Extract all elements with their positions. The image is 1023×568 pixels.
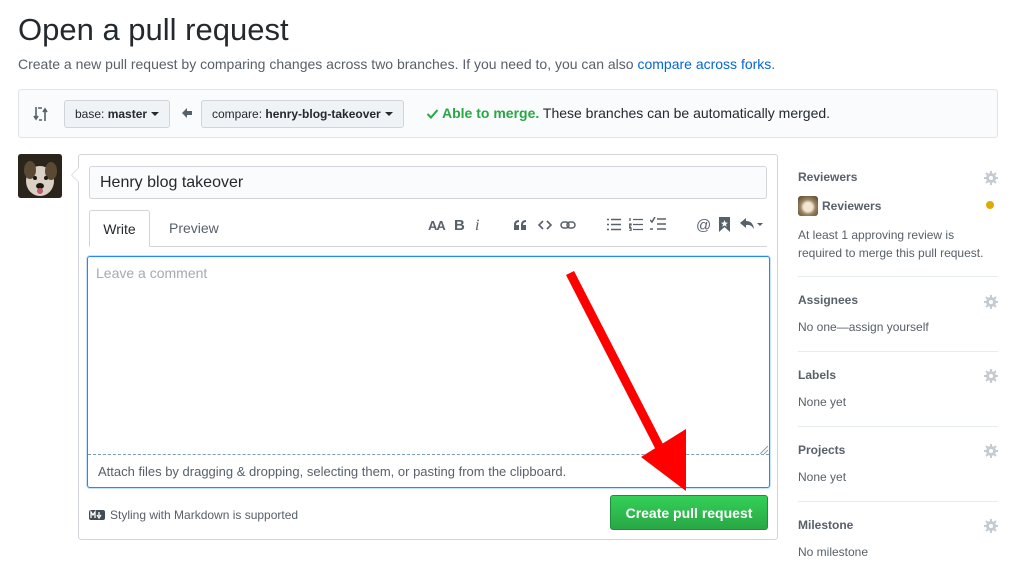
chevron-down-icon: [384, 112, 393, 116]
reviewer-name: Reviewers: [822, 199, 882, 213]
page-title: Open a pull request: [18, 12, 289, 47]
compare-across-forks-link[interactable]: compare across forks: [637, 56, 771, 72]
mention-icon[interactable]: @: [696, 217, 711, 235]
gear-icon[interactable]: [984, 519, 998, 533]
subtitle-suffix: .: [771, 56, 776, 72]
resize-handle-icon[interactable]: [759, 445, 768, 454]
italic-icon[interactable]: i: [475, 217, 479, 235]
chevron-down-icon: [151, 112, 160, 116]
reply-icon[interactable]: [739, 217, 763, 235]
milestone-value: No milestone: [798, 545, 869, 559]
comment-editor: Attach files by dragging & dropping, sel…: [87, 256, 770, 488]
assignees-heading[interactable]: Assignees: [798, 293, 858, 307]
sidebar: Reviewers Reviewers At least 1 approving…: [798, 154, 998, 568]
text-size-icon[interactable]: AA: [428, 217, 446, 235]
check-icon: [426, 109, 439, 119]
assignees-section: Assignees No one—assign yourself: [798, 277, 998, 352]
pull-request-form: Write Preview AA B i @ Attach files by d…: [71, 154, 778, 540]
create-pull-request-button[interactable]: Create pull request: [610, 495, 768, 530]
base-branch-select[interactable]: base: master: [64, 100, 171, 128]
milestone-heading[interactable]: Milestone: [798, 518, 853, 532]
compare-label: compare:: [212, 107, 266, 121]
reviewers-section: Reviewers Reviewers At least 1 approving…: [798, 154, 998, 277]
labels-heading[interactable]: Labels: [798, 368, 836, 382]
bold-icon[interactable]: B: [454, 217, 465, 235]
labels-section: Labels None yet: [798, 352, 998, 427]
gear-icon[interactable]: [984, 295, 998, 309]
able-to-merge-label: Able to merge.: [442, 105, 540, 121]
markdown-icon: [89, 510, 105, 520]
arrow-left-icon: [182, 108, 192, 118]
comment-textarea[interactable]: [88, 257, 769, 455]
compare-branch-name: henry-blog-takeover: [265, 107, 381, 121]
tab-write[interactable]: Write: [89, 210, 150, 247]
reviewer-avatar: [798, 196, 818, 216]
gear-icon[interactable]: [984, 369, 998, 383]
base-branch-name: master: [107, 107, 148, 121]
compare-arrows-icon: [33, 107, 48, 121]
projects-heading[interactable]: Projects: [798, 443, 845, 457]
tab-preview[interactable]: Preview: [157, 210, 231, 247]
dog-avatar-image: [18, 154, 62, 198]
reference-icon[interactable]: [719, 217, 730, 235]
reviewer-requirement-note: At least 1 approving review is required …: [798, 228, 984, 260]
code-icon[interactable]: [538, 219, 552, 237]
task-list-icon[interactable]: [650, 217, 666, 235]
subtitle-text: Create a new pull request by comparing c…: [18, 56, 638, 72]
assignees-value[interactable]: No one—assign yourself: [798, 320, 929, 334]
reviewers-heading[interactable]: Reviewers: [798, 170, 857, 184]
merge-description: These branches can be automatically merg…: [539, 105, 831, 121]
avatar[interactable]: [18, 154, 62, 198]
projects-section: Projects None yet: [798, 427, 998, 502]
page-subtitle: Create a new pull request by comparing c…: [18, 56, 775, 72]
branch-range-editor: base: master compare: henry-blog-takeove…: [18, 89, 998, 138]
pr-title-input[interactable]: [89, 166, 767, 199]
milestone-section: Milestone No milestone: [798, 502, 998, 568]
unordered-list-icon[interactable]: [607, 218, 621, 236]
attach-files-hint[interactable]: Attach files by dragging & dropping, sel…: [98, 464, 566, 479]
merge-status: Able to merge. These branches can be aut…: [426, 105, 830, 121]
compare-branch-select[interactable]: compare: henry-blog-takeover: [201, 100, 404, 128]
labels-value: None yet: [798, 395, 847, 409]
ordered-list-icon[interactable]: [629, 218, 643, 236]
reviewer-item[interactable]: Reviewers: [798, 196, 881, 216]
markdown-note-text: Styling with Markdown is supported: [110, 508, 299, 522]
gear-icon[interactable]: [984, 171, 998, 185]
quote-icon[interactable]: [513, 219, 527, 237]
projects-value: None yet: [798, 470, 847, 484]
gear-icon[interactable]: [984, 444, 998, 458]
pending-review-dot: [986, 201, 994, 209]
markdown-support-note[interactable]: Styling with Markdown is supported: [89, 508, 298, 522]
base-label: base:: [75, 107, 108, 121]
link-icon[interactable]: [560, 219, 576, 237]
